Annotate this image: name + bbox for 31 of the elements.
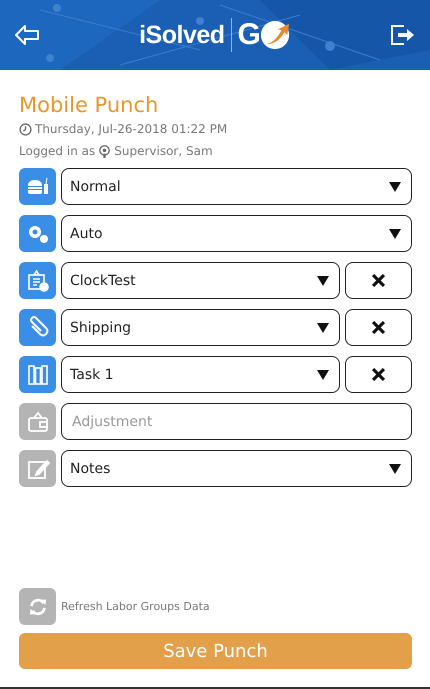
caret-icon <box>317 322 329 332</box>
dropdown[interactable]: Shipping <box>61 309 340 346</box>
adjustment-field[interactable]: Adjustment <box>61 403 412 440</box>
back-icon[interactable] <box>14 24 40 46</box>
caret-icon <box>389 228 401 238</box>
close-icon <box>372 321 385 334</box>
location-icon <box>98 144 112 158</box>
caret-icon <box>317 276 329 286</box>
clock-icon <box>19 122 32 136</box>
clear-button[interactable] <box>345 356 412 393</box>
logo-text: iSolved <box>139 20 225 50</box>
date-time: Thursday, Jul-26-2018 01:22 PM <box>35 121 228 138</box>
dropdown[interactable]: ClockTest <box>61 262 340 299</box>
dropdown[interactable]: Normal <box>61 168 412 205</box>
arrow-circle-icon <box>258 19 291 51</box>
logged-in-label: Logged in as <box>19 143 96 160</box>
close-icon <box>372 368 385 381</box>
close-icon <box>372 274 385 287</box>
dropdown[interactable]: Task 1 <box>61 356 340 393</box>
user-name: Supervisor, Sam <box>114 143 213 160</box>
caret-icon <box>389 182 401 192</box>
clear-button[interactable] <box>345 262 412 299</box>
caret-icon <box>389 464 401 474</box>
page-title: Mobile Punch <box>19 92 160 118</box>
refresh-label[interactable]: Refresh Labor Groups Data <box>61 600 210 613</box>
clear-button[interactable] <box>345 309 412 346</box>
caret-icon <box>317 370 329 380</box>
logout-icon[interactable] <box>390 24 416 46</box>
dropdown[interactable]: Notes <box>61 450 412 487</box>
logo-letter: G <box>238 18 261 52</box>
dropdown[interactable]: Auto <box>61 215 412 252</box>
